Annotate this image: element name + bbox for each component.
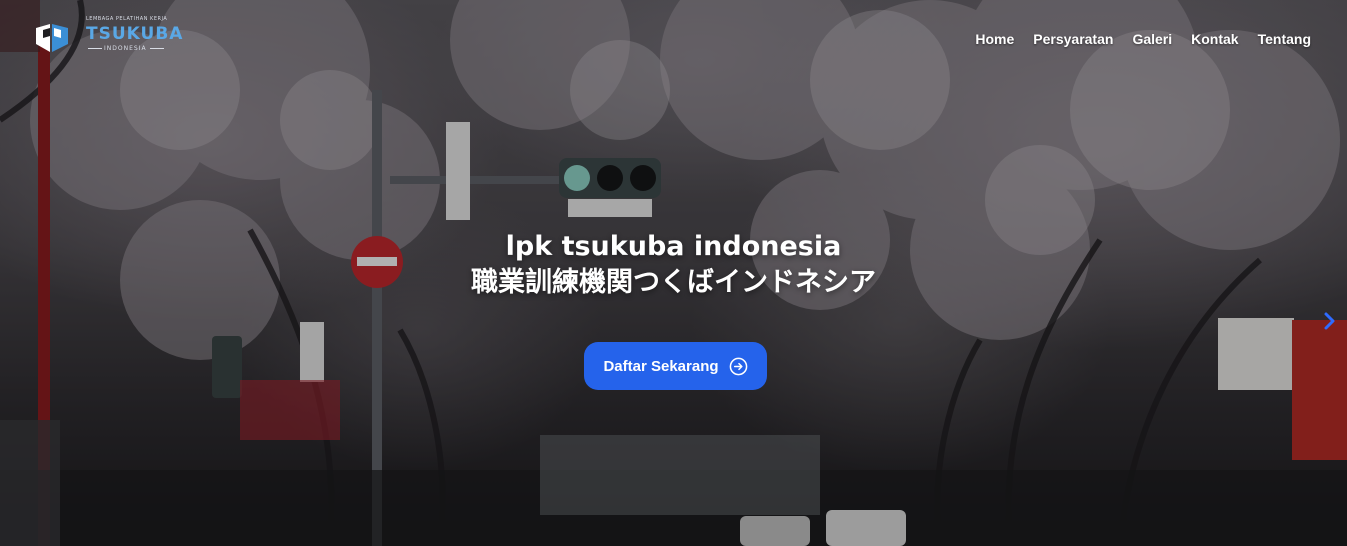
hero-title: lpk tsukuba indonesia 職業訓練機関つくばインドネシア xyxy=(0,229,1347,301)
logo-brand-name: TSUKUBA xyxy=(86,24,184,44)
nav-galeri[interactable]: Galeri xyxy=(1132,31,1172,47)
hero-section: LEMBAGA PELATIHAN KERJA TSUKUBA INDONESI… xyxy=(0,0,1347,546)
tsukuba-logo-mark-icon xyxy=(36,24,68,52)
hero-title-line-2: 職業訓練機関つくばインドネシア xyxy=(471,267,876,298)
site-logo[interactable]: LEMBAGA PELATIHAN KERJA TSUKUBA INDONESI… xyxy=(34,16,182,58)
hero-title-line-1: lpk tsukuba indonesia xyxy=(505,231,842,262)
daftar-sekarang-button[interactable]: Daftar Sekarang xyxy=(584,342,767,390)
logo-subtitle: INDONESIA xyxy=(104,45,147,52)
logo-tagline: LEMBAGA PELATIHAN KERJA xyxy=(86,16,168,22)
nav-home[interactable]: Home xyxy=(975,31,1014,47)
nav-kontak[interactable]: Kontak xyxy=(1191,31,1238,47)
cta-label: Daftar Sekarang xyxy=(603,357,719,375)
logo-rule-right xyxy=(150,48,164,49)
main-nav: Home Persyaratan Galeri Kontak Tentang xyxy=(975,31,1311,47)
nav-tentang[interactable]: Tentang xyxy=(1258,31,1311,47)
carousel-next-chevron-right-icon[interactable] xyxy=(1323,311,1337,331)
navbar: LEMBAGA PELATIHAN KERJA TSUKUBA INDONESI… xyxy=(0,0,1347,78)
logo-rule-left xyxy=(88,48,102,49)
nav-persyaratan[interactable]: Persyaratan xyxy=(1033,31,1113,47)
arrow-right-circle-icon xyxy=(729,357,747,375)
